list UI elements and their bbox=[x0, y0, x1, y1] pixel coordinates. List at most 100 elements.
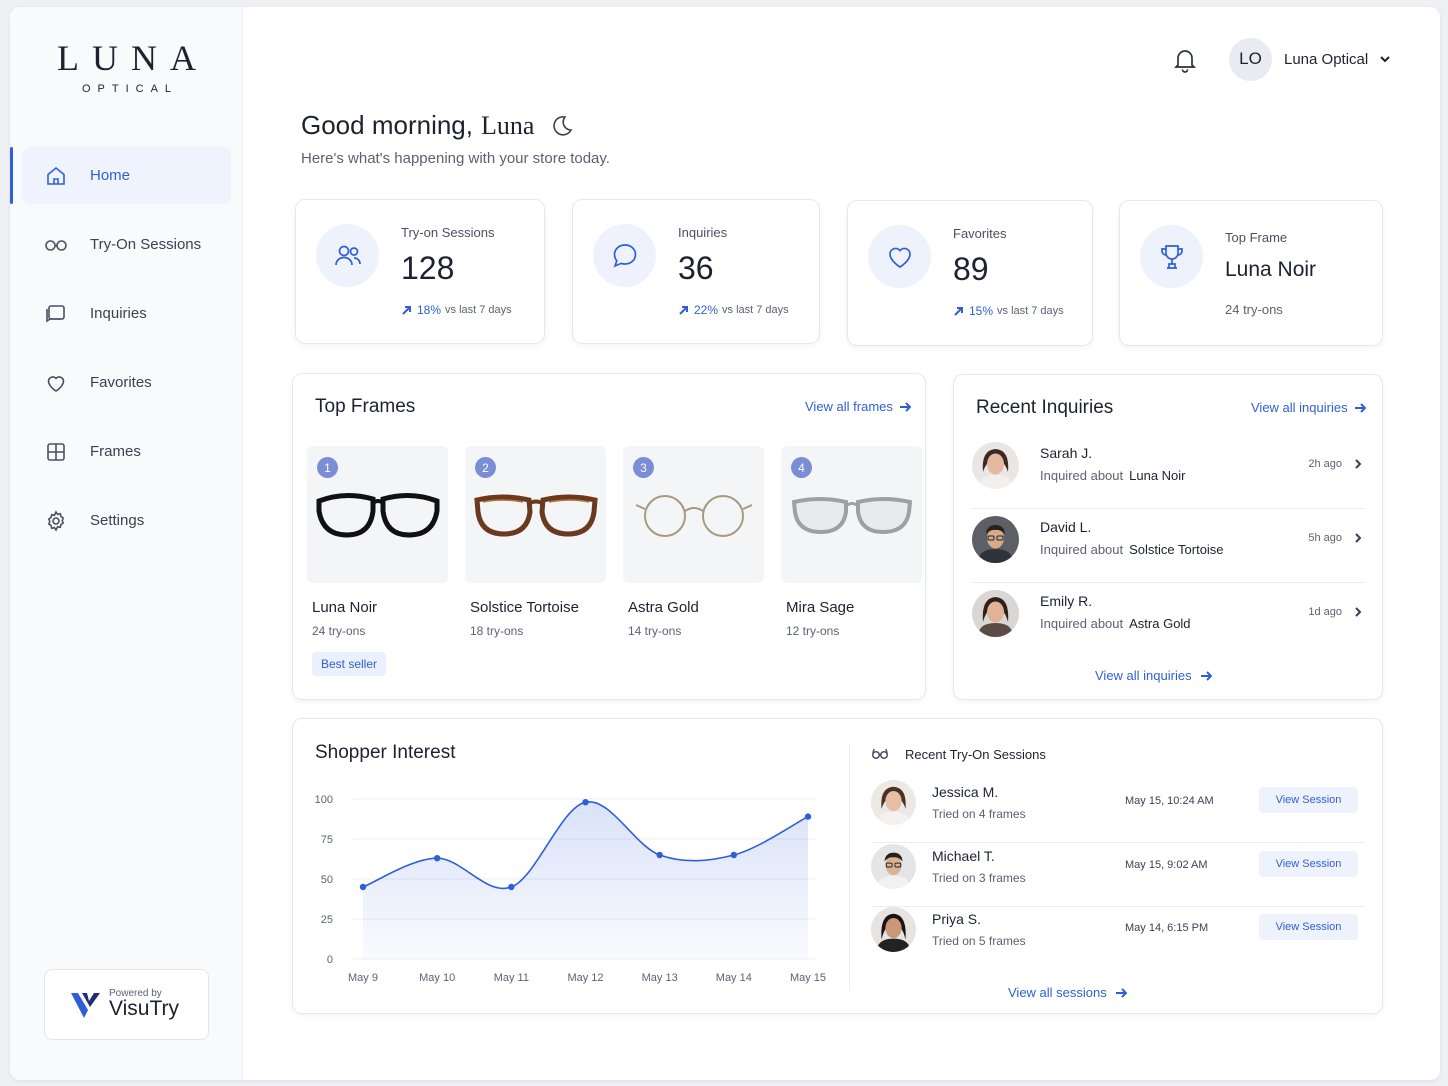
inquiry-about-prefix: Inquired about bbox=[1040, 616, 1124, 631]
person-female-avatar bbox=[871, 907, 916, 952]
visutry-logo-icon bbox=[71, 992, 100, 1018]
chevron-right-icon bbox=[1355, 533, 1362, 543]
frame-card[interactable]: 1 Luna Noir 24 try-ons Best seller bbox=[307, 446, 448, 676]
frame-name: Luna Noir bbox=[312, 599, 378, 616]
frame-image[interactable]: 2 bbox=[465, 446, 606, 583]
inquiry-frame: Astra Gold bbox=[1129, 616, 1191, 631]
frame-tries: 14 try-ons bbox=[628, 624, 682, 638]
glasses-black-icon bbox=[316, 492, 439, 538]
inquiry-row[interactable]: Emily R. Inquired about Astra Gold 1d ago bbox=[972, 587, 1366, 657]
link-label: View all sessions bbox=[1008, 985, 1107, 1000]
chevron-down-icon bbox=[1380, 56, 1390, 63]
inquiry-name: Emily R. bbox=[1040, 593, 1093, 609]
view-all-sessions-link[interactable]: View all sessions bbox=[1008, 985, 1127, 1000]
rank-badge: 3 bbox=[633, 457, 654, 478]
frame-tries: 12 try-ons bbox=[786, 624, 840, 638]
glasses-icon bbox=[45, 239, 67, 251]
stat-card-inquiries[interactable]: Inquiries 36 22% vs last 7 days bbox=[572, 199, 820, 344]
sidebar-item-frames[interactable]: Frames bbox=[22, 423, 231, 480]
link-label: View all inquiries bbox=[1095, 668, 1192, 683]
sidebar-item-home[interactable]: Home bbox=[10, 147, 231, 204]
y-tick-label: 50 bbox=[321, 874, 333, 886]
frame-card[interactable]: 2 Solstice Tortoise 18 try-ons bbox=[465, 446, 606, 638]
view-all-inquiries-link[interactable]: View all inquiries bbox=[1251, 400, 1366, 415]
stat-card-favorites[interactable]: Favorites 89 15% vs last 7 days bbox=[847, 200, 1093, 346]
users-icon bbox=[334, 245, 361, 265]
sidebar-item-inquiries[interactable]: Inquiries bbox=[22, 285, 231, 342]
inquiry-name: David L. bbox=[1040, 519, 1092, 535]
inquiry-time: 2h ago bbox=[1308, 458, 1342, 470]
inquiry-row[interactable]: Sarah J. Inquired about Luna Noir 2h ago bbox=[972, 439, 1366, 509]
inquiry-frame: Solstice Tortoise bbox=[1129, 542, 1224, 557]
session-tried: Tried on 4 frames bbox=[932, 807, 1026, 821]
message-icon bbox=[613, 243, 636, 268]
frame-card[interactable]: 3 Astra Gold 14 try-ons bbox=[623, 446, 764, 638]
view-all-frames-link[interactable]: View all frames bbox=[805, 399, 911, 414]
frame-image[interactable]: 4 bbox=[781, 446, 922, 583]
shopper-interest-chart: 100 75 50 25 0 May 9 May 10 May 11 May 12 May 13 M… bbox=[315, 794, 826, 984]
stat-value: Luna Noir bbox=[1225, 258, 1317, 281]
session-row[interactable]: Michael T. Tried on 3 frames May 15, 9:0… bbox=[871, 844, 1365, 907]
frame-image[interactable]: 3 bbox=[623, 446, 764, 583]
stat-trend-note: vs last 7 days bbox=[997, 305, 1064, 317]
data-point bbox=[508, 883, 515, 891]
view-session-button[interactable]: View Session bbox=[1259, 851, 1358, 877]
person-female-avatar bbox=[972, 590, 1019, 637]
stat-trend-note: vs last 7 days bbox=[722, 304, 789, 316]
glasses-session-icon bbox=[871, 748, 889, 760]
inquiry-about: Inquired about Luna Noir bbox=[1040, 468, 1186, 483]
sidebar-item-label: Try-On Sessions bbox=[90, 236, 202, 253]
logo-sub-text: OPTICAL bbox=[81, 83, 179, 95]
view-session-button[interactable]: View Session bbox=[1259, 787, 1358, 813]
shopper-interest-card: Shopper Interest 100 75 50 25 0 May 9 May 10 Ma… bbox=[292, 718, 1383, 1014]
rank-badge: 2 bbox=[475, 457, 496, 478]
session-date: May 15, 10:24 AM bbox=[1125, 795, 1214, 807]
view-all-inquiries-footer-link[interactable]: View all inquiries bbox=[1095, 668, 1212, 683]
data-point bbox=[804, 813, 812, 820]
stat-card-try-on-sessions[interactable]: Try-on Sessions 128 18% vs last 7 days bbox=[295, 199, 545, 344]
x-tick-label: May 9 bbox=[348, 972, 378, 984]
glasses-clear-icon bbox=[791, 496, 912, 534]
arrow-right-icon bbox=[1354, 402, 1366, 413]
link-label: View all inquiries bbox=[1251, 400, 1348, 415]
stat-sub: 24 try-ons bbox=[1225, 302, 1283, 317]
inquiry-row[interactable]: David L. Inquired about Solstice Tortoise… bbox=[972, 513, 1366, 583]
rank-badge: 4 bbox=[791, 457, 812, 478]
frame-card[interactable]: 4 Mira Sage 12 try-ons bbox=[781, 446, 922, 638]
stat-icon-bg bbox=[1140, 225, 1203, 288]
view-session-button[interactable]: View Session bbox=[1259, 914, 1358, 940]
x-tick-label: May 11 bbox=[494, 972, 529, 984]
avatar bbox=[972, 516, 1019, 563]
sidebar-item-favorites[interactable]: Favorites bbox=[22, 354, 231, 411]
stat-trend-pct: 18% bbox=[417, 303, 442, 317]
chevron-right-icon bbox=[1355, 459, 1362, 469]
notifications-button[interactable] bbox=[1170, 44, 1200, 74]
stat-trend: 18% vs last 7 days bbox=[401, 303, 512, 317]
stat-trend: 22% vs last 7 days bbox=[678, 303, 789, 317]
person-female-avatar bbox=[871, 780, 916, 825]
arrow-right-icon bbox=[1115, 987, 1127, 998]
brand-logo[interactable]: LUNA OPTICAL bbox=[10, 37, 243, 95]
sidebar-item-try-on-sessions[interactable]: Try-On Sessions bbox=[22, 216, 231, 273]
stat-trend: 15% vs last 7 days bbox=[953, 304, 1064, 318]
inquiry-about: Inquired about Solstice Tortoise bbox=[1040, 542, 1224, 557]
sidebar-item-label: Favorites bbox=[90, 374, 152, 391]
x-tick-label: May 13 bbox=[642, 972, 678, 984]
session-row[interactable]: Jessica M. Tried on 4 frames May 15, 10:… bbox=[871, 780, 1365, 843]
frame-tries: 24 try-ons bbox=[312, 624, 366, 638]
account-menu[interactable]: LO Luna Optical bbox=[1229, 37, 1392, 81]
powered-by-badge[interactable]: Powered by VisuTry bbox=[44, 969, 209, 1040]
gear-icon bbox=[47, 509, 65, 532]
session-row[interactable]: Priya S. Tried on 5 frames May 14, 6:15 … bbox=[871, 907, 1365, 970]
avatar bbox=[871, 907, 916, 952]
card-title: Recent Inquiries bbox=[976, 397, 1114, 418]
data-point bbox=[582, 799, 589, 806]
stat-icon-bg bbox=[316, 224, 379, 287]
link-label: View all frames bbox=[805, 399, 893, 414]
sidebar-item-settings[interactable]: Settings bbox=[22, 492, 231, 549]
arrow-up-right-icon bbox=[954, 306, 963, 316]
stat-card-top-frame[interactable]: Top Frame Luna Noir 24 try-ons bbox=[1119, 200, 1383, 346]
frame-image[interactable]: 1 bbox=[307, 446, 448, 583]
greeting-name: Luna bbox=[480, 110, 535, 140]
inquiry-time: 1d ago bbox=[1308, 606, 1342, 618]
